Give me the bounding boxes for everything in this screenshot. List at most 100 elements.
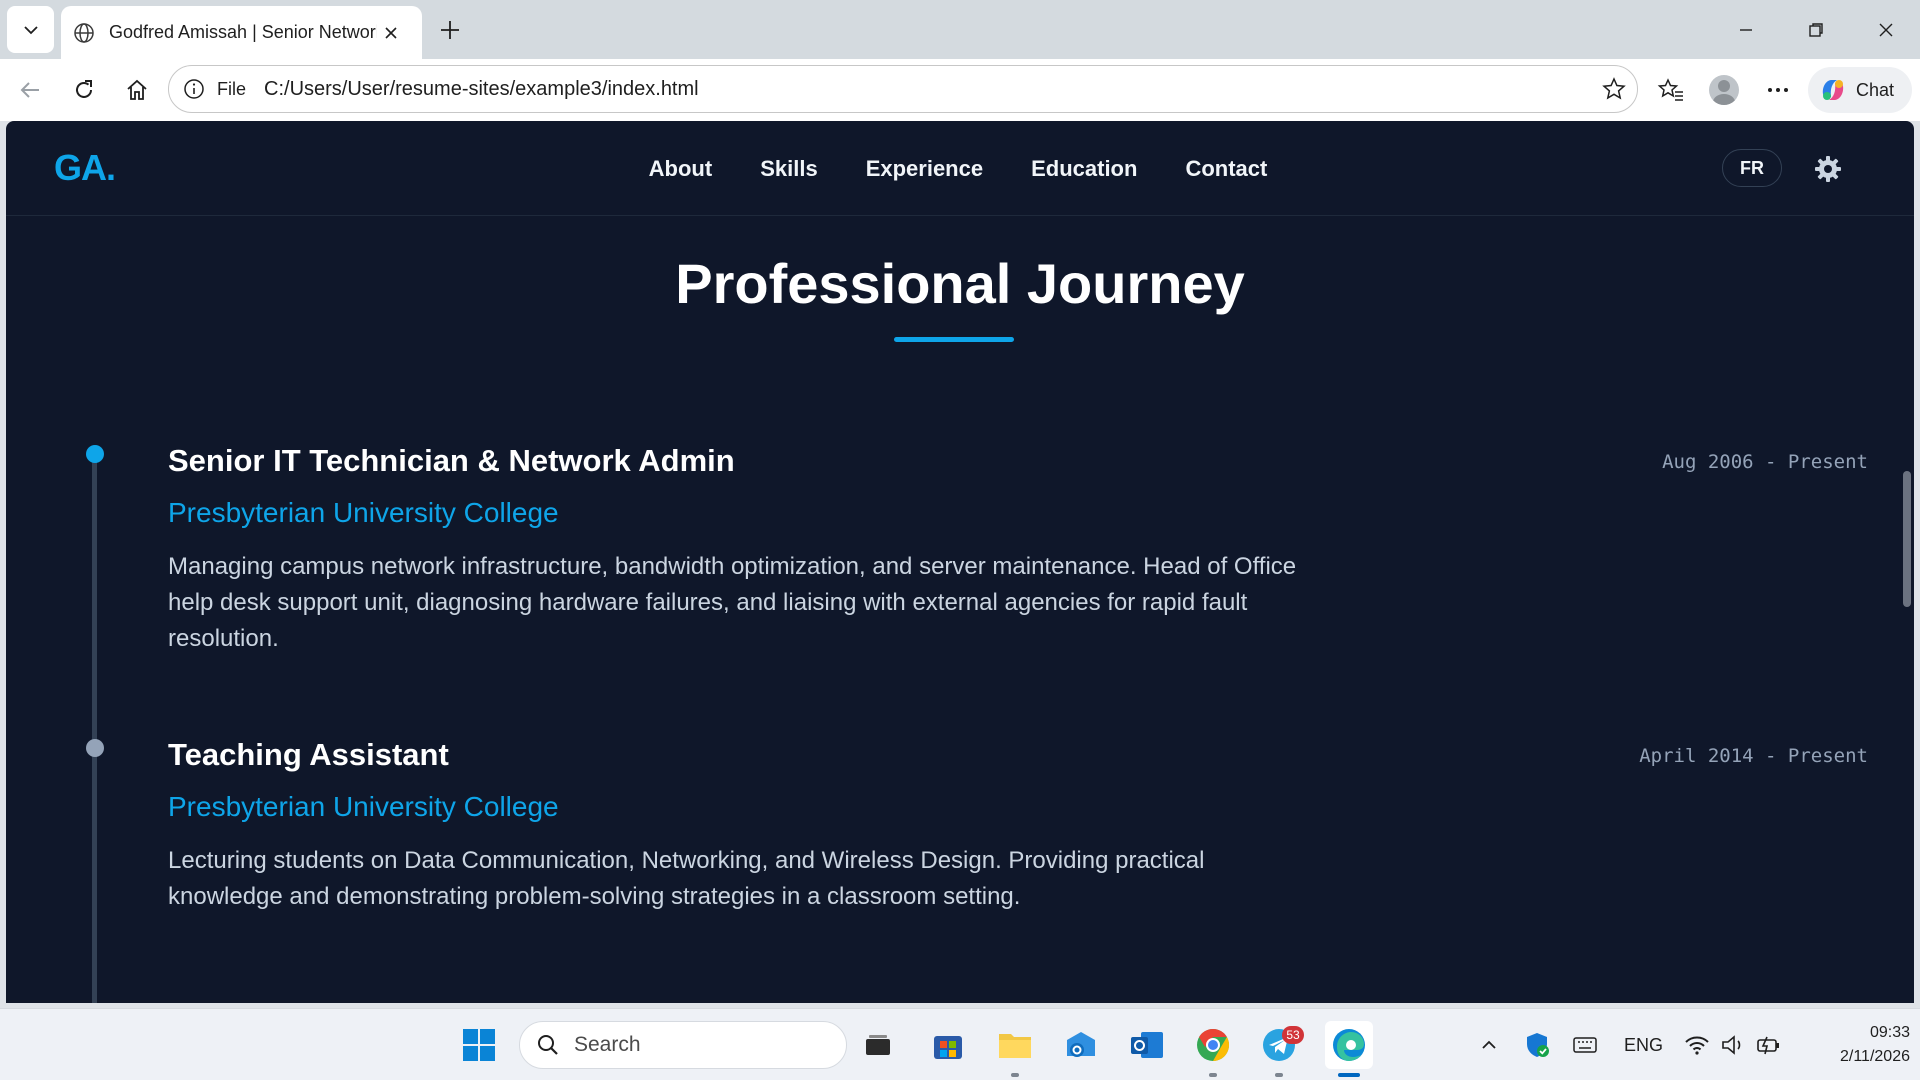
job-title: Senior IT Technician & Network Admin — [168, 443, 735, 478]
nav-link-education[interactable]: Education — [1031, 156, 1137, 182]
avatar — [1709, 75, 1739, 105]
job-date: April 2014 - Present — [1639, 745, 1868, 767]
address-url[interactable]: C:/Users/User/resume-sites/example3/inde… — [264, 78, 699, 101]
job-company: Presbyterian University College — [168, 791, 559, 822]
gear-icon — [1815, 156, 1841, 182]
reload-button[interactable] — [63, 69, 105, 111]
battery-charging-icon — [1757, 1036, 1779, 1055]
chevron-up-icon — [1482, 1040, 1496, 1049]
input-language-indicator[interactable]: ENG — [1624, 1035, 1663, 1056]
nav-link-about[interactable]: About — [649, 156, 713, 182]
wifi-icon — [1685, 1036, 1709, 1055]
tray-security[interactable] — [1517, 1025, 1557, 1065]
keyboard-icon — [1573, 1037, 1597, 1053]
language-toggle-button[interactable]: FR — [1722, 149, 1782, 187]
taskbar-file-explorer[interactable] — [995, 1025, 1035, 1065]
taskbar-chrome[interactable] — [1193, 1025, 1233, 1065]
taskbar-clock[interactable]: 09:33 2/11/2026 — [1800, 1021, 1910, 1069]
notification-badge: 53 — [1282, 1026, 1304, 1044]
restore-icon — [1809, 23, 1823, 37]
tray-battery[interactable] — [1749, 1025, 1789, 1065]
site-header: GA. About Skills Experience Education Co… — [6, 121, 1914, 216]
browser-tab-bar: Godfred Amissah | Senior Network Adminis… — [0, 0, 1920, 59]
more-icon — [1768, 88, 1788, 92]
edge-icon — [1333, 1029, 1365, 1061]
taskbar-edge[interactable] — [1325, 1021, 1373, 1069]
task-view-button[interactable] — [858, 1025, 898, 1065]
settings-menu-button[interactable] — [1757, 69, 1799, 111]
active-indicator — [1338, 1073, 1360, 1077]
nav-link-experience[interactable]: Experience — [866, 156, 983, 182]
globe-icon — [74, 22, 94, 43]
close-icon — [1879, 23, 1893, 37]
profile-button[interactable] — [1703, 69, 1745, 111]
home-button[interactable] — [116, 69, 158, 111]
start-button[interactable] — [459, 1025, 499, 1065]
store-icon — [934, 1036, 962, 1059]
task-view-icon — [866, 1035, 890, 1055]
restore-button[interactable] — [1796, 10, 1836, 50]
speaker-icon — [1722, 1035, 1741, 1055]
taskbar-search[interactable]: Search — [519, 1021, 847, 1069]
running-indicator — [1209, 1073, 1217, 1077]
timeline-line — [92, 461, 97, 1003]
address-bar[interactable]: File C:/Users/User/resume-sites/example3… — [168, 65, 1638, 113]
title-underline — [894, 337, 1014, 342]
new-tab-button[interactable] — [432, 12, 468, 48]
minimize-button[interactable] — [1726, 10, 1766, 50]
plus-icon — [441, 21, 459, 39]
running-indicator — [1275, 1073, 1283, 1077]
running-indicator — [1011, 1073, 1019, 1077]
taskbar-outlook[interactable] — [1127, 1025, 1167, 1065]
tray-volume[interactable] — [1713, 1025, 1753, 1065]
nav-link-skills[interactable]: Skills — [760, 156, 817, 182]
back-button[interactable] — [9, 69, 51, 111]
timeline-dot — [86, 739, 104, 757]
browser-tab-active[interactable]: Godfred Amissah | Senior Network Adminis… — [61, 6, 422, 59]
search-label: Search — [574, 1033, 641, 1056]
info-icon — [184, 79, 204, 99]
address-prefix: File — [217, 78, 247, 99]
show-hidden-icons-button[interactable] — [1469, 1025, 1509, 1065]
theme-settings-button[interactable] — [1812, 153, 1844, 185]
copilot-chat-button[interactable]: Chat — [1808, 67, 1912, 113]
search-icon — [538, 1035, 558, 1055]
tray-wifi[interactable] — [1677, 1025, 1717, 1065]
job-company: Presbyterian University College — [168, 497, 559, 528]
reload-icon — [76, 80, 92, 98]
close-window-button[interactable] — [1866, 10, 1906, 50]
chevron-down-icon — [23, 25, 38, 34]
favorite-button[interactable] — [1601, 76, 1627, 107]
job-description: Lecturing students on Data Communication… — [168, 847, 1205, 910]
home-icon — [127, 79, 147, 100]
arrow-left-icon — [20, 82, 39, 98]
nav-link-contact[interactable]: Contact — [1185, 156, 1267, 182]
job-date: Aug 2006 - Present — [1662, 451, 1868, 473]
chrome-icon — [1197, 1029, 1230, 1061]
browser-toolbar: File C:/Users/User/resume-sites/example3… — [0, 59, 1920, 121]
site-nav: About Skills Experience Education Contac… — [6, 121, 1914, 216]
clock-date: 2/11/2026 — [1840, 1048, 1910, 1065]
minimize-icon — [1740, 29, 1752, 31]
job-title: Teaching Assistant — [168, 737, 449, 772]
timeline-item: Senior IT Technician & Network Admin Pre… — [168, 443, 1868, 657]
folder-icon — [999, 1034, 1031, 1058]
tray-keyboard[interactable] — [1565, 1025, 1605, 1065]
favorites-button[interactable] — [1650, 69, 1692, 111]
outlook-classic-icon — [1131, 1032, 1163, 1058]
copilot-icon — [1822, 80, 1844, 100]
timeline-dot-active — [86, 445, 104, 463]
tab-close-button[interactable] — [383, 25, 399, 41]
clock-time: 09:33 — [1869, 1024, 1910, 1041]
section-title: Professional Journey — [675, 252, 1245, 315]
taskbar-store[interactable] — [928, 1025, 968, 1065]
page-viewport: GA. About Skills Experience Education Co… — [6, 121, 1914, 1003]
chat-label: Chat — [1856, 79, 1895, 100]
tab-list-button[interactable] — [7, 6, 54, 53]
taskbar-outlook-new[interactable] — [1061, 1025, 1101, 1065]
windows-taskbar: Search 53 ENG 09:33 2/11/2026 — [0, 1008, 1920, 1080]
windows-logo-icon — [463, 1029, 495, 1061]
favorites-icon — [1657, 78, 1683, 101]
star-icon — [1602, 77, 1626, 100]
page-scrollbar[interactable] — [1903, 471, 1911, 607]
